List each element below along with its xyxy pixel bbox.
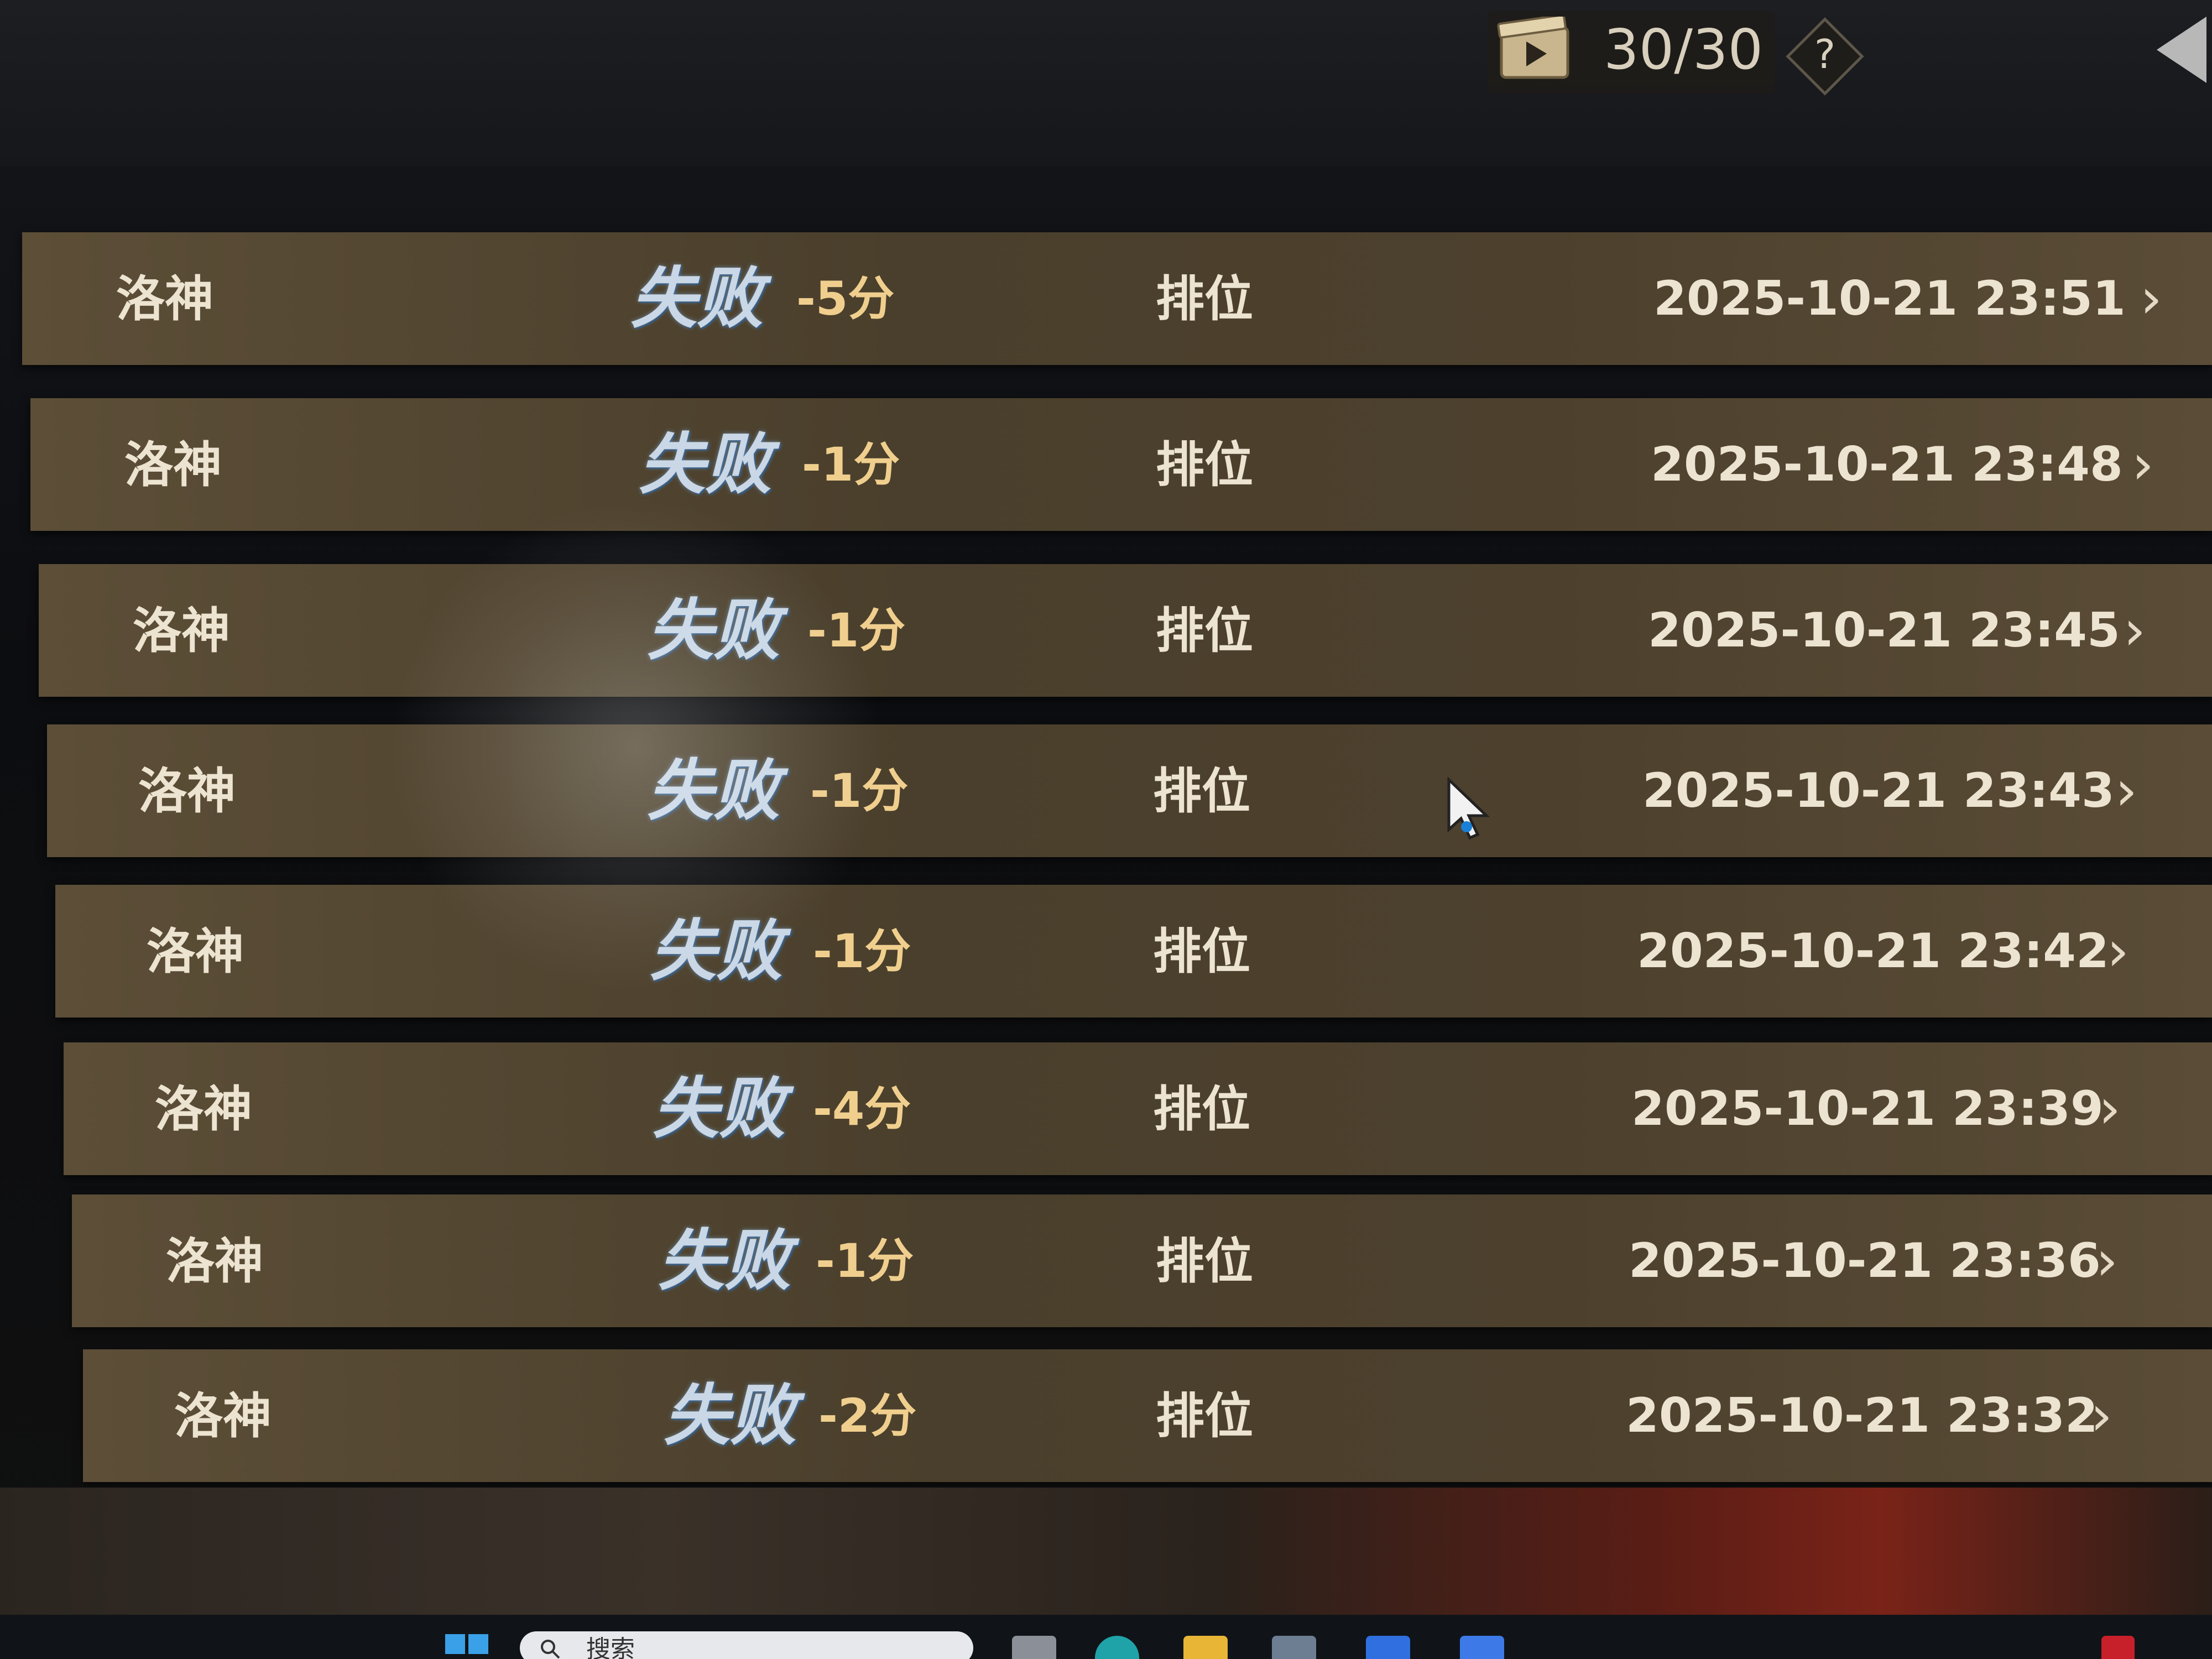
match-mode: 排位 [1156,436,1254,493]
store-icon[interactable] [1272,1636,1316,1659]
match-result: 失败 [650,912,782,990]
match-result: 失败 [658,1222,791,1300]
match-record-row[interactable]: 洛神 失败 -1分 排位 2025-10-21 23:36 › [72,1194,2212,1327]
hero-name: 洛神 [138,762,236,820]
match-mode: 排位 [1156,270,1254,327]
chevron-right-icon[interactable]: › [2140,232,2162,365]
score-change: -4分 [813,1082,911,1136]
match-mode: 排位 [1156,602,1254,659]
match-time: 2025-10-21 23:39 [1631,1081,2104,1136]
chevron-right-icon[interactable]: › [2099,1042,2121,1175]
hero-name: 洛神 [147,922,244,980]
chevron-right-icon[interactable]: › [2107,885,2129,1018]
chevron-right-icon[interactable]: › [2096,1194,2118,1327]
match-result: 失败 [653,1070,785,1147]
match-mode: 排位 [1153,1080,1251,1138]
match-result: 失败 [630,259,763,337]
file-explorer-icon[interactable] [1183,1636,1228,1659]
match-result: 失败 [647,752,780,830]
hero-name: 洛神 [174,1387,272,1444]
hero-name: 洛神 [155,1080,253,1138]
match-record-row[interactable]: 洛神 失败 -1分 排位 2025-10-21 23:42 › [55,885,2212,1018]
hero-name: 洛神 [124,436,222,493]
taskbar-app-icon[interactable] [1366,1636,1410,1659]
match-time: 2025-10-21 23:36 [1629,1233,2101,1288]
match-record-row[interactable]: 洛神 失败 -5分 排位 2025-10-21 23:51 › [22,232,2212,365]
match-result: 失败 [639,425,771,503]
match-time: 2025-10-21 23:43 [1642,763,2115,818]
game-screen: 30/30 ? 洛神 失败 -5分 排位 2025-10-21 23:51 › … [0,0,2212,1659]
match-time: 2025-10-21 23:42 [1637,924,2109,979]
match-mode: 排位 [1156,1232,1254,1290]
match-record-row[interactable]: 洛神 失败 -1分 排位 2025-10-21 23:48 › [30,398,2212,531]
search-icon [541,1640,560,1659]
hero-name: 洛神 [166,1232,264,1290]
match-record-row[interactable]: 洛神 失败 -4分 排位 2025-10-21 23:39 › [64,1042,2212,1175]
match-record-row[interactable]: 洛神 失败 -2分 排位 2025-10-21 23:32 › [83,1349,2212,1482]
score-change: -5分 [796,272,895,326]
score-change: -1分 [802,437,900,492]
match-time: 2025-10-21 23:45 [1648,603,2120,658]
match-time: 2025-10-21 23:51 [1653,271,2126,326]
score-change: -2分 [818,1389,917,1443]
taskbar-app-icon[interactable] [1012,1636,1056,1659]
chevron-right-icon[interactable]: › [2090,1349,2112,1482]
chevron-right-icon[interactable]: › [2124,564,2146,697]
match-mode: 排位 [1156,1387,1254,1444]
score-change: -1分 [813,924,911,978]
mouse-cursor-icon [1447,777,1490,840]
match-mode: 排位 [1153,762,1251,820]
match-result: 失败 [647,591,780,669]
match-result: 失败 [664,1376,796,1454]
score-change: -1分 [816,1234,914,1288]
tray-icon[interactable] [2101,1636,2135,1659]
chevron-right-icon[interactable]: › [2132,398,2154,531]
match-time: 2025-10-21 23:32 [1626,1388,2098,1443]
match-record-row[interactable]: 洛神 失败 -1分 排位 2025-10-21 23:43 › [47,724,2212,857]
hero-name: 洛神 [133,602,231,659]
bottom-artwork [0,1488,2212,1615]
windows-start-icon[interactable] [442,1631,492,1659]
score-change: -1分 [810,764,909,818]
taskbar-app-icon[interactable] [1460,1636,1504,1659]
chevron-right-icon[interactable]: › [2115,724,2137,857]
score-change: -1分 [807,603,906,658]
match-record-list: 洛神 失败 -5分 排位 2025-10-21 23:51 › 洛神 失败 -1… [0,0,2212,1659]
hero-name: 洛神 [116,270,214,327]
match-mode: 排位 [1153,922,1251,980]
taskbar-search-text: 搜索 [586,1635,635,1659]
match-time: 2025-10-21 23:48 [1651,437,2123,492]
match-record-row[interactable]: 洛神 失败 -1分 排位 2025-10-21 23:45 › [39,564,2212,697]
